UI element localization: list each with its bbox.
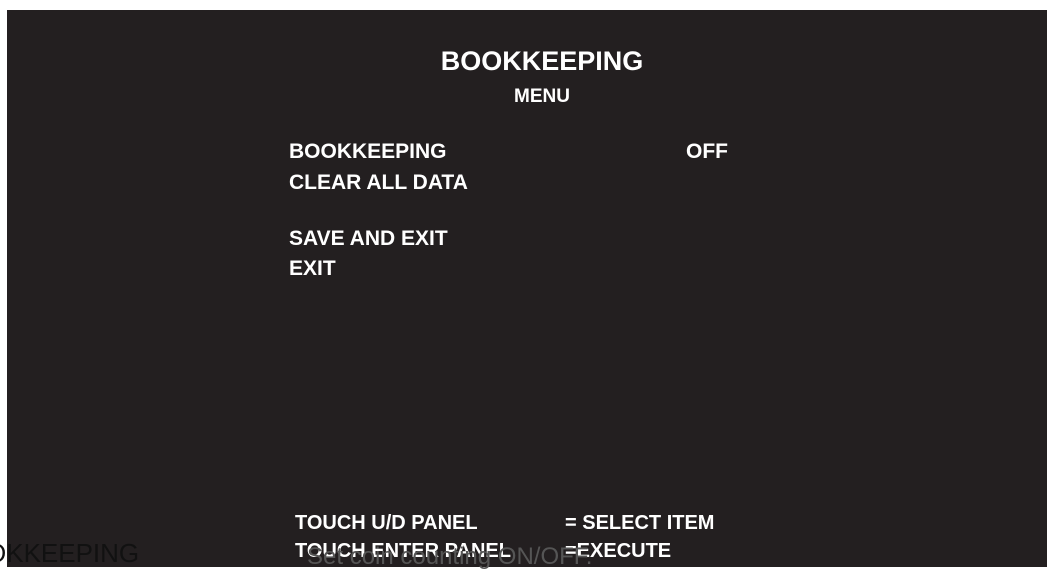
page-subtitle: MENU: [514, 86, 570, 107]
menu-item-exit[interactable]: EXIT: [289, 258, 336, 279]
overlay-section-label: OKKEEPING: [0, 538, 140, 568]
game-screen: BOOKKEEPING MENU BOOKKEEPING OFF CLEAR A…: [7, 10, 1047, 567]
menu-item-clear-all-data[interactable]: CLEAR ALL DATA: [289, 172, 468, 193]
page-title: BOOKKEEPING: [440, 46, 644, 76]
menu-item-bookkeeping[interactable]: BOOKKEEPING: [289, 141, 447, 162]
bookkeeping-value[interactable]: OFF: [686, 141, 728, 162]
help-control-ud-panel: TOUCH U/D PANEL: [295, 512, 478, 534]
overlay-caption: Set coin counting ON/OFF.: [307, 543, 593, 570]
menu-item-save-and-exit[interactable]: SAVE AND EXIT: [289, 228, 448, 249]
help-action-select-item: = SELECT ITEM: [565, 512, 715, 534]
